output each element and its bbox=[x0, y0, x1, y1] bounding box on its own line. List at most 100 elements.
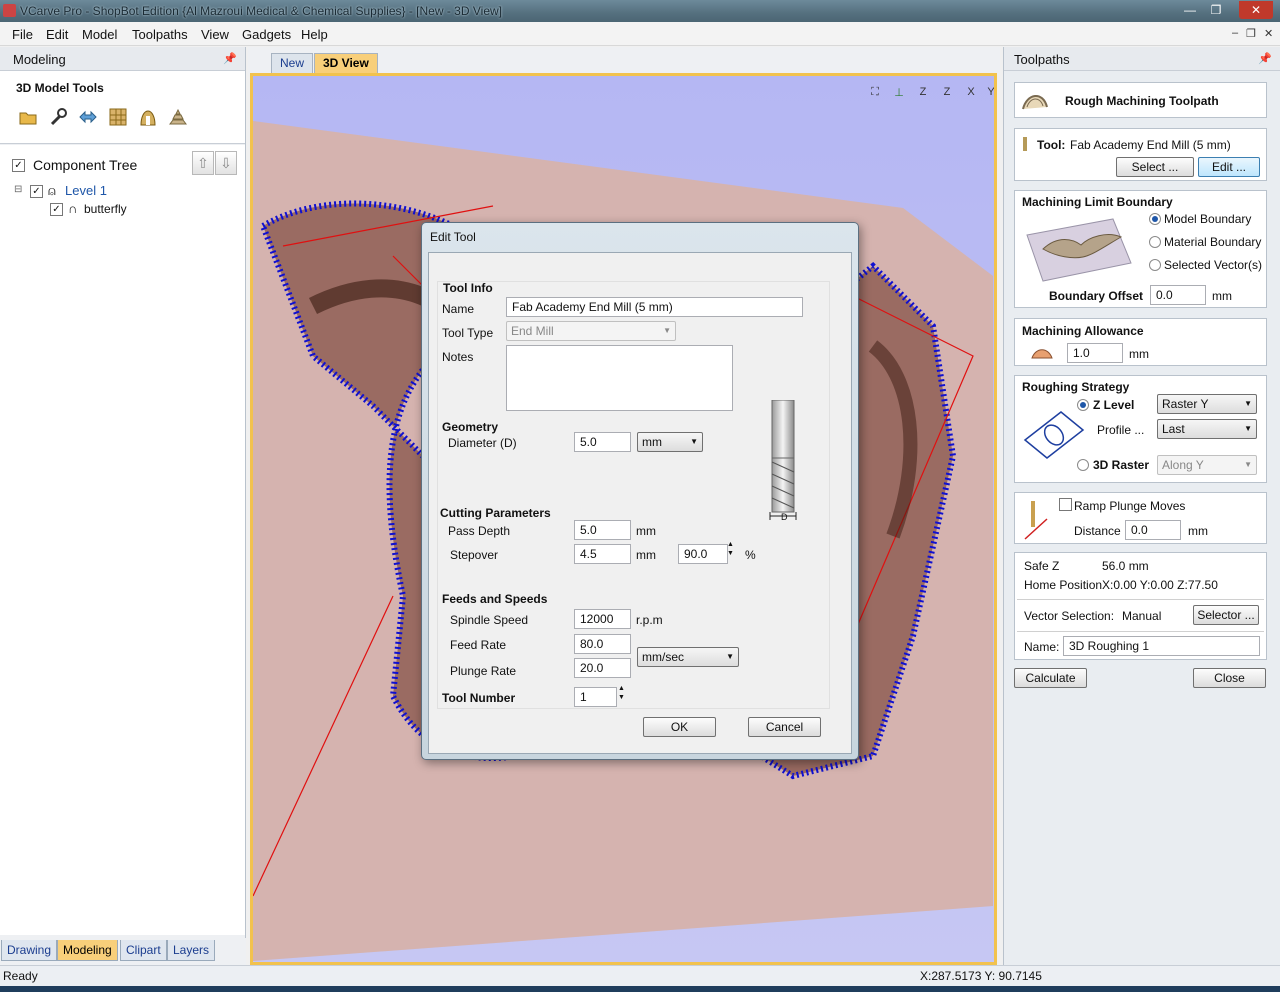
spindle-speed-label: Spindle Speed bbox=[450, 613, 529, 627]
texture-icon[interactable] bbox=[108, 107, 128, 127]
notes-label: Notes bbox=[442, 350, 474, 364]
modeling-panel: Modeling 📌 3D Model Tools ✓ Component Tr… bbox=[0, 47, 246, 965]
tool-box: Tool: Fab Academy End Mill (5 mm) Select… bbox=[1014, 128, 1267, 181]
butterfly-checkbox[interactable]: ✓ bbox=[50, 203, 63, 216]
view-z-icon[interactable]: Z bbox=[913, 86, 933, 98]
tree-item-butterfly[interactable]: butterfly bbox=[84, 202, 127, 216]
transform-icon[interactable] bbox=[78, 107, 98, 127]
menu-toolpaths[interactable]: Toolpaths bbox=[132, 27, 188, 42]
tree-expand-icon[interactable]: ⊟ bbox=[14, 184, 22, 195]
boundary-box: Machining Limit Boundary Model Boundary … bbox=[1014, 190, 1267, 308]
stack-icon[interactable] bbox=[168, 107, 188, 127]
model-tools-title: 3D Model Tools bbox=[16, 81, 104, 95]
view-y-icon[interactable]: Y bbox=[981, 86, 994, 98]
spindle-speed-input[interactable]: 12000 bbox=[574, 609, 631, 629]
move-up-button[interactable]: ⇧ bbox=[192, 151, 214, 175]
cancel-button[interactable]: Cancel bbox=[748, 717, 821, 737]
zoom-extents-icon[interactable]: ⛶ bbox=[865, 86, 885, 99]
allowance-title: Machining Allowance bbox=[1022, 324, 1144, 338]
close-window-button[interactable]: ✕ bbox=[1239, 1, 1273, 19]
toolpaths-panel-header: Toolpaths 📌 bbox=[1004, 47, 1280, 71]
safe-z-value: 56.0 mm bbox=[1102, 559, 1149, 573]
component-tree: ✓ Component Tree ⇧ ⇩ ⊟ ✓ ⍝ Level 1 ✓ ∩ b… bbox=[0, 145, 245, 935]
pass-depth-unit: mm bbox=[636, 524, 656, 538]
level-1-checkbox[interactable]: ✓ bbox=[30, 185, 43, 198]
menu-file[interactable]: File bbox=[12, 27, 33, 42]
pin-icon[interactable]: 📌 bbox=[1258, 52, 1272, 65]
z-level-select[interactable]: Raster Y ▼ bbox=[1157, 394, 1257, 414]
allowance-unit: mm bbox=[1129, 347, 1149, 361]
menu-edit[interactable]: Edit bbox=[46, 27, 68, 42]
boundary-offset-input[interactable]: 0.0 bbox=[1150, 285, 1206, 305]
tool-number-spinner[interactable]: ▲ ▼ bbox=[618, 684, 625, 702]
ok-button[interactable]: OK bbox=[643, 717, 716, 737]
stepover-percent-input[interactable]: 90.0 bbox=[678, 544, 728, 564]
stepover-spinner[interactable]: ▲ ▼ bbox=[727, 540, 734, 558]
open-folder-icon[interactable] bbox=[18, 107, 38, 127]
modeling-panel-header: Modeling 📌 bbox=[0, 47, 245, 71]
tree-item-level-1[interactable]: Level 1 bbox=[65, 183, 107, 198]
tool-number-label: Tool Number bbox=[442, 691, 516, 705]
edit-tool-button[interactable]: Edit ... bbox=[1198, 157, 1260, 177]
ramp-plunge-checkbox[interactable] bbox=[1059, 498, 1072, 511]
view-x-icon[interactable]: X bbox=[961, 86, 981, 98]
minimize-button[interactable]: — bbox=[1177, 1, 1203, 19]
toolpath-name-input[interactable]: 3D Roughing 1 bbox=[1063, 636, 1260, 656]
wrench-icon[interactable] bbox=[48, 107, 68, 127]
notes-textarea[interactable] bbox=[506, 345, 733, 411]
radio-z-level[interactable] bbox=[1077, 399, 1089, 411]
tab-new[interactable]: New bbox=[271, 53, 314, 73]
menu-gadgets[interactable]: Gadgets bbox=[242, 27, 291, 42]
ramp-distance-input[interactable]: 0.0 bbox=[1125, 520, 1181, 540]
stepover-input[interactable]: 4.5 bbox=[574, 544, 631, 564]
tool-name: Fab Academy End Mill (5 mm) bbox=[1070, 138, 1231, 152]
diameter-d-marker: D bbox=[781, 512, 788, 522]
tool-name-input[interactable]: Fab Academy End Mill (5 mm) bbox=[506, 297, 803, 317]
allowance-input[interactable]: 1.0 bbox=[1067, 343, 1123, 363]
profile-select[interactable]: Last ▼ bbox=[1157, 419, 1257, 439]
tab-3d-view[interactable]: 3D View bbox=[314, 53, 378, 73]
rate-unit-select[interactable]: mm/sec ▼ bbox=[637, 647, 739, 667]
menu-help[interactable]: Help bbox=[301, 27, 328, 42]
radio-selected-vectors[interactable] bbox=[1149, 259, 1161, 271]
tool-number-input[interactable]: 1 bbox=[574, 687, 617, 707]
maximize-button[interactable]: ❐ bbox=[1203, 1, 1229, 19]
menu-view[interactable]: View bbox=[201, 27, 229, 42]
tool-type-select[interactable]: End Mill ▼ bbox=[506, 321, 676, 341]
ramp-box: Ramp Plunge Moves Distance 0.0 mm bbox=[1014, 492, 1267, 544]
iso-view-icon[interactable]: ⊥ bbox=[889, 86, 909, 99]
select-tool-button[interactable]: Select ... bbox=[1116, 157, 1194, 177]
allowance-icon bbox=[1031, 349, 1053, 359]
calculate-button[interactable]: Calculate bbox=[1014, 668, 1087, 688]
mdi-restore-button[interactable]: ❐ bbox=[1246, 27, 1256, 40]
pin-icon[interactable]: 📌 bbox=[223, 52, 237, 65]
radio-model-boundary[interactable] bbox=[1149, 213, 1161, 225]
diameter-input[interactable]: 5.0 bbox=[574, 432, 631, 452]
radio-material-boundary[interactable] bbox=[1149, 236, 1161, 248]
raster-direction-select[interactable]: Along Y ▼ bbox=[1157, 455, 1257, 475]
tab-layers[interactable]: Layers bbox=[167, 940, 216, 961]
tool-name-label: Name bbox=[442, 302, 475, 316]
weld-icon[interactable] bbox=[138, 107, 158, 127]
diameter-unit-select[interactable]: mm ▼ bbox=[637, 432, 703, 452]
strategy-title: Roughing Strategy bbox=[1022, 380, 1130, 394]
roughing-strategy-box: Roughing Strategy Z Level Raster Y ▼ Prof… bbox=[1014, 375, 1267, 483]
tab-modeling[interactable]: Modeling bbox=[57, 940, 118, 961]
view-z-bottom-icon[interactable]: Z bbox=[937, 86, 957, 98]
plunge-rate-input[interactable]: 20.0 bbox=[574, 658, 631, 678]
divider bbox=[1017, 631, 1264, 632]
tab-clipart[interactable]: Clipart bbox=[120, 940, 167, 961]
menu-model[interactable]: Model bbox=[82, 27, 117, 42]
radio-3d-raster[interactable] bbox=[1077, 459, 1089, 471]
mdi-close-button[interactable]: ✕ bbox=[1264, 27, 1273, 40]
ramp-distance-label: Distance bbox=[1074, 524, 1121, 538]
mdi-minimize-button[interactable]: – bbox=[1232, 27, 1238, 39]
component-tree-checkbox[interactable]: ✓ bbox=[12, 159, 25, 172]
pass-depth-input[interactable]: 5.0 bbox=[574, 520, 631, 540]
cursor-coordinates: X:287.5173 Y: 90.7145 bbox=[920, 969, 1042, 983]
selector-button[interactable]: Selector ... bbox=[1193, 605, 1259, 625]
close-panel-button[interactable]: Close bbox=[1193, 668, 1266, 688]
feed-rate-input[interactable]: 80.0 bbox=[574, 634, 631, 654]
move-down-button[interactable]: ⇩ bbox=[215, 151, 237, 175]
tab-drawing[interactable]: Drawing bbox=[1, 940, 58, 961]
